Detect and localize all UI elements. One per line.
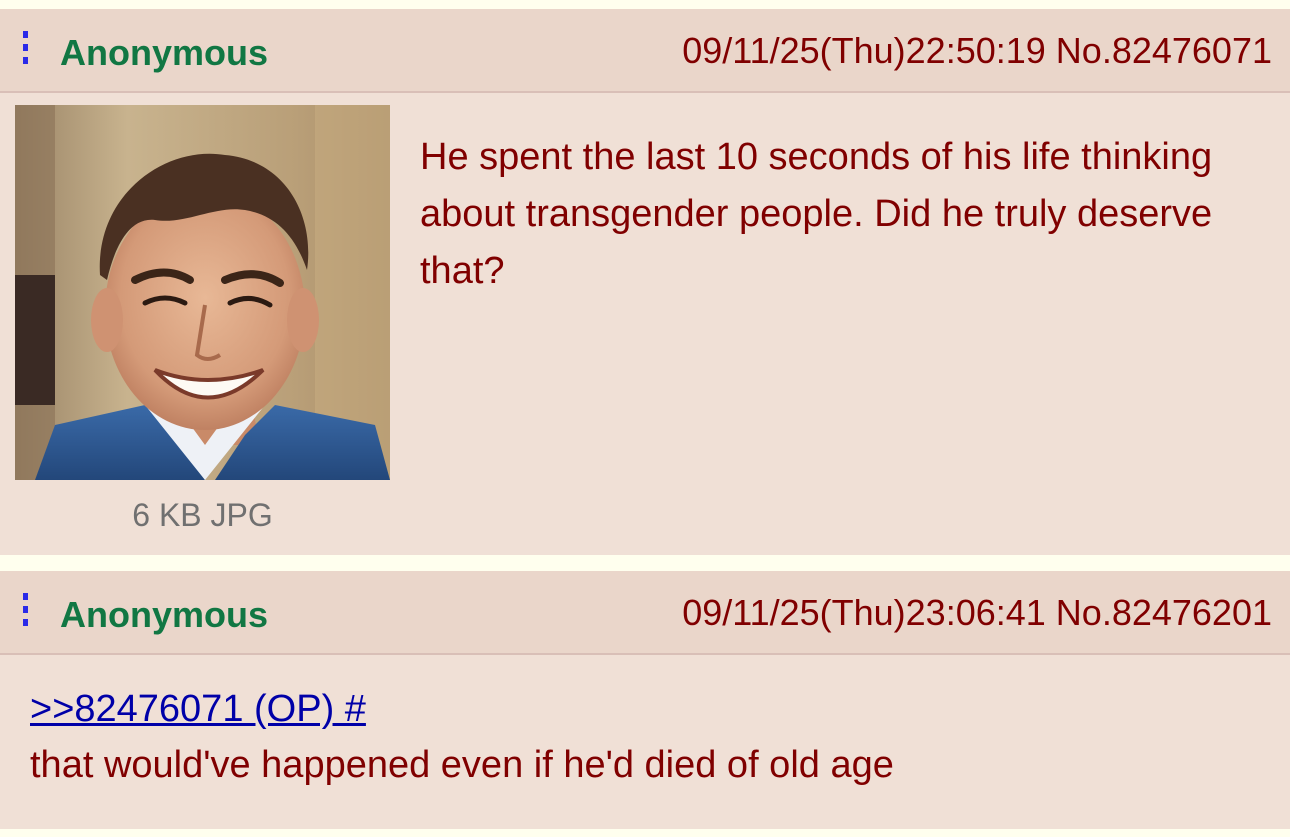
post-datetime: 09/11/25(Thu)23:06:41 — [682, 592, 1046, 633]
photo-thumbnail-icon — [15, 105, 390, 480]
post-number-link[interactable]: No.82476071 — [1056, 30, 1272, 71]
thread-page: Anonymous 09/11/25(Thu)22:50:19 No.824760… — [0, 0, 1290, 837]
post-meta: 09/11/25(Thu)23:06:41 No.82476201 — [682, 593, 1272, 633]
post-author: Anonymous — [60, 32, 269, 73]
post-datetime: 09/11/25(Thu)22:50:19 — [682, 30, 1046, 71]
post-author: Anonymous — [60, 594, 269, 635]
post-thumbnail[interactable] — [15, 105, 390, 480]
post-body: He spent the last 10 seconds of his life… — [420, 136, 1213, 292]
quote-link[interactable]: >>82476071 (OP) # — [30, 681, 1260, 737]
post-body: >>82476071 (OP) # that would've happened… — [30, 681, 1260, 793]
reply-post: Anonymous 09/11/25(Thu)23:06:41 No.824762… — [0, 571, 1290, 829]
post-header: Anonymous 09/11/25(Thu)23:06:41 No.824762… — [0, 571, 1290, 655]
post-menu-icon[interactable] — [22, 31, 30, 67]
op-post: Anonymous 09/11/25(Thu)22:50:19 No.824760… — [0, 9, 1290, 555]
post-menu-icon[interactable] — [22, 593, 30, 629]
post-number-link[interactable]: No.82476201 — [1056, 592, 1272, 633]
post-meta: 09/11/25(Thu)22:50:19 No.82476071 — [682, 31, 1272, 71]
file-info[interactable]: 6 KB JPG — [15, 495, 390, 535]
post-header: Anonymous 09/11/25(Thu)22:50:19 No.824760… — [0, 9, 1290, 93]
reply-text: that would've happened even if he'd died… — [30, 744, 894, 786]
